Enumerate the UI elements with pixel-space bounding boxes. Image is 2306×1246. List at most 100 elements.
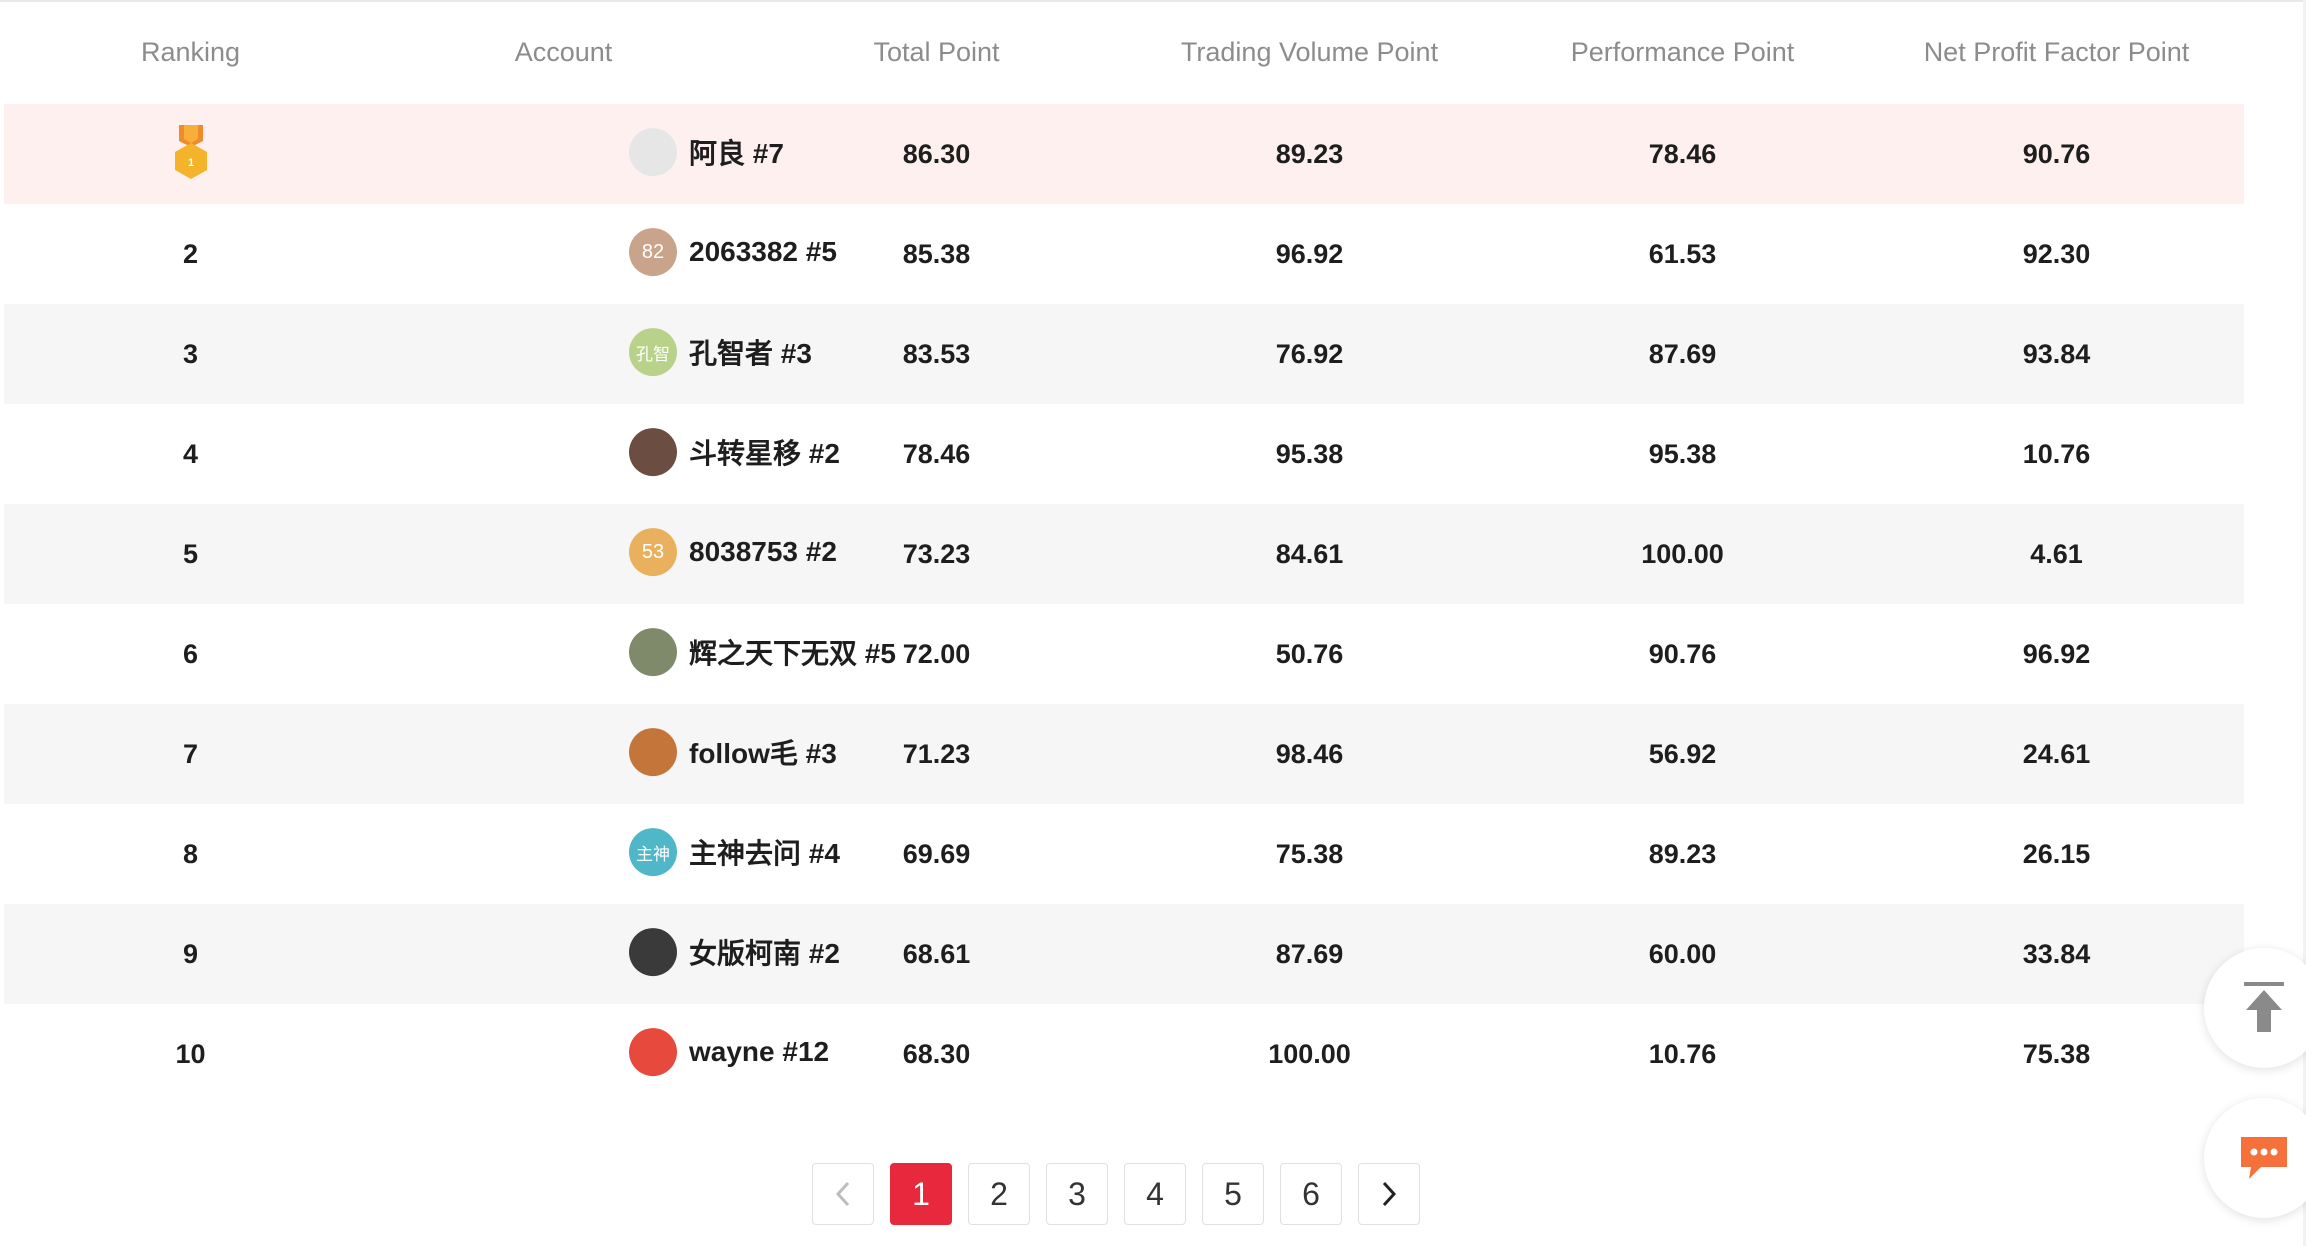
- table-row[interactable]: 10 wayne #12 68.30 100.00 10.76 75.38: [4, 1004, 2244, 1104]
- rank-cell: 8: [182, 838, 199, 869]
- account-name[interactable]: 斗转星移 #2: [689, 432, 840, 472]
- rank-cell: 5: [4, 504, 377, 604]
- avatar[interactable]: 主神: [629, 828, 677, 877]
- account-cell: 斗转星移 #2: [377, 404, 840, 504]
- net-profit-factor-cell: 92.30: [2022, 238, 2091, 269]
- trading-volume-cell: 76.92: [1123, 304, 1496, 404]
- performance-cell: 89.23: [1648, 838, 1717, 869]
- performance-cell: 56.92: [1496, 704, 1869, 804]
- prev-page-button[interactable]: [812, 1163, 874, 1225]
- trading-volume-cell: 87.69: [1123, 904, 1496, 1004]
- col-trading-volume-point: Trading Volume Point: [1180, 36, 1439, 67]
- table-row[interactable]: 2 82 2063382 #5 85.38 96.92 61.53 92.30: [4, 204, 2244, 304]
- avatar[interactable]: 53: [629, 528, 677, 577]
- account-name[interactable]: follow毛 #3: [689, 732, 837, 772]
- table-row[interactable]: 1 阿良 #7 86.30 89.23 78.46 90.76: [4, 104, 2244, 204]
- performance-cell: 90.76: [1648, 638, 1717, 669]
- performance-cell: 100.00: [1496, 504, 1869, 604]
- chat-button[interactable]: [2204, 1098, 2306, 1218]
- trading-volume-cell: 100.00: [1268, 1038, 1351, 1069]
- performance-cell: 78.46: [1496, 104, 1869, 204]
- gold-medal-icon: 1: [174, 125, 207, 179]
- rank-cell: 4: [182, 438, 199, 469]
- page-6-button[interactable]: 6: [1280, 1163, 1342, 1225]
- medal-rank-text: 1: [187, 157, 193, 169]
- col-account: Account: [514, 36, 613, 67]
- avatar[interactable]: [629, 428, 677, 477]
- table-body: 1 阿良 #7 86.30 89.23 78.46 90.76 2 82 2063382 #5 8…: [4, 104, 2244, 1104]
- account-name[interactable]: 辉之天下无双 #5: [689, 632, 896, 672]
- account-cell: follow毛 #3: [377, 704, 837, 804]
- avatar[interactable]: [629, 128, 677, 177]
- table-row[interactable]: 5 53 8038753 #2 73.23 84.61 100.00 4.61: [4, 504, 2244, 604]
- table-header: Ranking Account Total Point Trading Volu…: [4, 0, 2244, 104]
- avatar[interactable]: [629, 628, 677, 677]
- col-net-profit-factor-point: Net Profit Factor Point: [1923, 36, 2190, 67]
- net-profit-factor-cell: 26.15: [2022, 838, 2091, 869]
- avatar[interactable]: [629, 928, 677, 977]
- avatar[interactable]: 82: [629, 228, 677, 277]
- table-row[interactable]: 9 女版柯南 #2 68.61 87.69 60.00 33.84: [4, 904, 2244, 1004]
- account-name[interactable]: 阿良 #7: [689, 132, 784, 172]
- table-row[interactable]: 8 主神 主神去问 #4 69.69 75.38 89.23 26.15: [4, 804, 2244, 904]
- account-cell: 82 2063382 #5: [377, 204, 837, 304]
- net-profit-factor-cell: 4.61: [1869, 504, 2244, 604]
- trading-volume-cell: 75.38: [1275, 838, 1344, 869]
- account-cell: 孔智 孔智者 #3: [377, 304, 812, 404]
- account-name[interactable]: 主神去问 #4: [689, 832, 840, 872]
- net-profit-factor-cell: 93.84: [1869, 304, 2244, 404]
- rank-cell: 3: [4, 304, 377, 404]
- net-profit-factor-cell: 24.61: [1869, 704, 2244, 804]
- account-cell: 女版柯南 #2: [377, 904, 840, 1004]
- performance-cell: 87.69: [1496, 304, 1869, 404]
- avatar[interactable]: [629, 1028, 677, 1077]
- total-point-cell: 86.30: [750, 104, 1123, 204]
- account-cell: 阿良 #7: [377, 104, 784, 204]
- col-performance-point: Performance Point: [1570, 36, 1795, 67]
- account-name[interactable]: wayne #12: [689, 1036, 829, 1068]
- chevron-right-icon: [1382, 1181, 1397, 1207]
- performance-cell: 95.38: [1648, 438, 1717, 469]
- table-row[interactable]: 6 辉之天下无双 #5 72.00 50.76 90.76 96.92: [4, 604, 2244, 704]
- account-cell: wayne #12: [377, 1004, 829, 1104]
- col-total-point: Total Point: [873, 36, 1000, 67]
- page-4-button[interactable]: 4: [1124, 1163, 1186, 1225]
- page-5-button[interactable]: 5: [1202, 1163, 1264, 1225]
- trading-volume-cell: 96.92: [1275, 238, 1344, 269]
- ranking-table: Ranking Account Total Point Trading Volu…: [4, 0, 2244, 1104]
- performance-cell: 60.00: [1496, 904, 1869, 1004]
- avatar[interactable]: 孔智: [629, 328, 677, 377]
- trading-volume-cell: 84.61: [1123, 504, 1496, 604]
- avatar[interactable]: [629, 728, 677, 777]
- trading-volume-cell: 50.76: [1275, 638, 1344, 669]
- performance-cell: 61.53: [1648, 238, 1717, 269]
- col-ranking: Ranking: [140, 36, 241, 67]
- table-row[interactable]: 3 孔智 孔智者 #3 83.53 76.92 87.69 93.84: [4, 304, 2244, 404]
- pagination: 1 2 3 4 5 6: [812, 1163, 1420, 1227]
- net-profit-factor-cell: 33.84: [1869, 904, 2244, 1004]
- page-3-button[interactable]: 3: [1046, 1163, 1108, 1225]
- rank-cell: 10: [175, 1038, 206, 1069]
- account-name[interactable]: 8038753 #2: [689, 536, 837, 568]
- trading-volume-cell: 95.38: [1275, 438, 1344, 469]
- net-profit-factor-cell: 96.92: [2022, 638, 2091, 669]
- back-to-top-icon: [2244, 982, 2284, 1032]
- account-name[interactable]: 孔智者 #3: [689, 332, 812, 372]
- account-name[interactable]: 2063382 #5: [689, 236, 837, 268]
- account-cell: 53 8038753 #2: [377, 504, 837, 604]
- account-cell: 辉之天下无双 #5: [377, 604, 896, 704]
- next-page-button[interactable]: [1358, 1163, 1420, 1225]
- performance-cell: 10.76: [1648, 1038, 1717, 1069]
- account-name[interactable]: 女版柯南 #2: [689, 932, 840, 972]
- chat-bubble-icon: [2241, 1137, 2287, 1179]
- chevron-left-icon: [835, 1181, 850, 1207]
- rank-cell: 7: [4, 704, 377, 804]
- page-1-button[interactable]: 1: [890, 1163, 952, 1225]
- net-profit-factor-cell: 10.76: [2022, 438, 2091, 469]
- trading-volume-cell: 89.23: [1123, 104, 1496, 204]
- net-profit-factor-cell: 75.38: [2022, 1038, 2091, 1069]
- table-row[interactable]: 4 斗转星移 #2 78.46 95.38 95.38 10.76: [4, 404, 2244, 504]
- table-row[interactable]: 7 follow毛 #3 71.23 98.46 56.92 24.61: [4, 704, 2244, 804]
- rank-cell: 2: [182, 238, 199, 269]
- page-2-button[interactable]: 2: [968, 1163, 1030, 1225]
